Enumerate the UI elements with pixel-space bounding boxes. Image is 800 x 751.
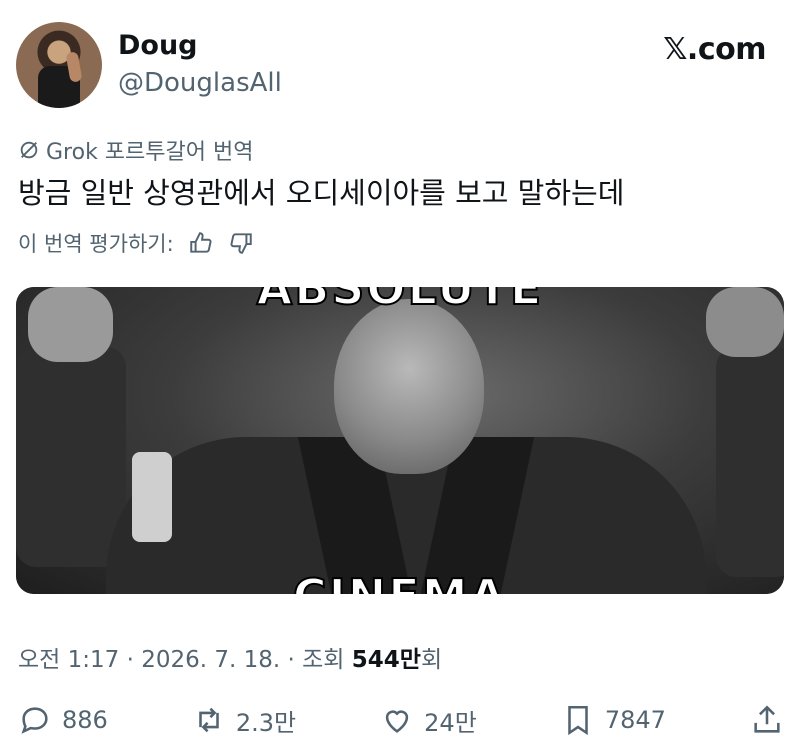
bookmark-icon xyxy=(568,705,588,736)
tweet-text: 방금 일반 상영관에서 오디세이아를 보고 말하는데 xyxy=(18,176,625,210)
translation-tag: Grok 포르투갈어 번역 xyxy=(18,134,253,166)
tweet-meta: 오전 1:17 · 2026. 7. 18. · 조회 544만회 xyxy=(18,640,442,674)
bookmark-count: 7847 xyxy=(604,706,666,734)
meme-top-caption: ABSOLUTE xyxy=(256,287,544,316)
view-count: 544만 xyxy=(351,647,421,673)
user-name[interactable]: Doug xyxy=(118,30,198,61)
repost-button[interactable]: 2.3만 xyxy=(192,703,296,738)
like-button[interactable]: 24만 xyxy=(380,703,477,738)
rate-label: 이 번역 평가하기: xyxy=(18,232,174,256)
tweet-time[interactable]: 오전 1:17 · 2026. 7. 18. · 조회 xyxy=(18,647,352,673)
share-icon xyxy=(754,705,780,733)
share-button[interactable] xyxy=(750,703,784,737)
bookmark-button[interactable]: 7847 xyxy=(561,703,666,737)
translation-rating: 이 번역 평가하기: xyxy=(18,228,254,258)
action-bar: 886 2.3만 24만 7847 xyxy=(18,700,784,740)
reply-button[interactable]: 886 xyxy=(18,703,108,737)
thumbs-down-icon[interactable] xyxy=(228,230,254,256)
tweet-image[interactable]: ABSOLUTE CINEMA xyxy=(16,287,784,594)
repost-icon xyxy=(199,707,219,733)
tweet-header: Doug @DouglasAll 𝕏.com xyxy=(16,22,784,110)
avatar[interactable] xyxy=(16,22,102,108)
reply-count: 886 xyxy=(62,706,108,734)
site-label: 𝕏.com xyxy=(663,32,766,67)
grok-icon xyxy=(20,141,38,159)
user-handle[interactable]: @DouglasAll xyxy=(118,68,282,98)
view-suffix: 회 xyxy=(420,647,443,673)
thumbs-up-icon[interactable] xyxy=(188,230,214,256)
repost-count: 2.3만 xyxy=(235,708,297,737)
like-count: 24만 xyxy=(424,708,477,737)
meme-bottom-caption: CINEMA xyxy=(16,568,784,594)
reply-icon xyxy=(21,707,48,734)
like-icon xyxy=(385,710,409,733)
translation-tag-label: Grok 포르투갈어 번역 xyxy=(46,140,254,165)
